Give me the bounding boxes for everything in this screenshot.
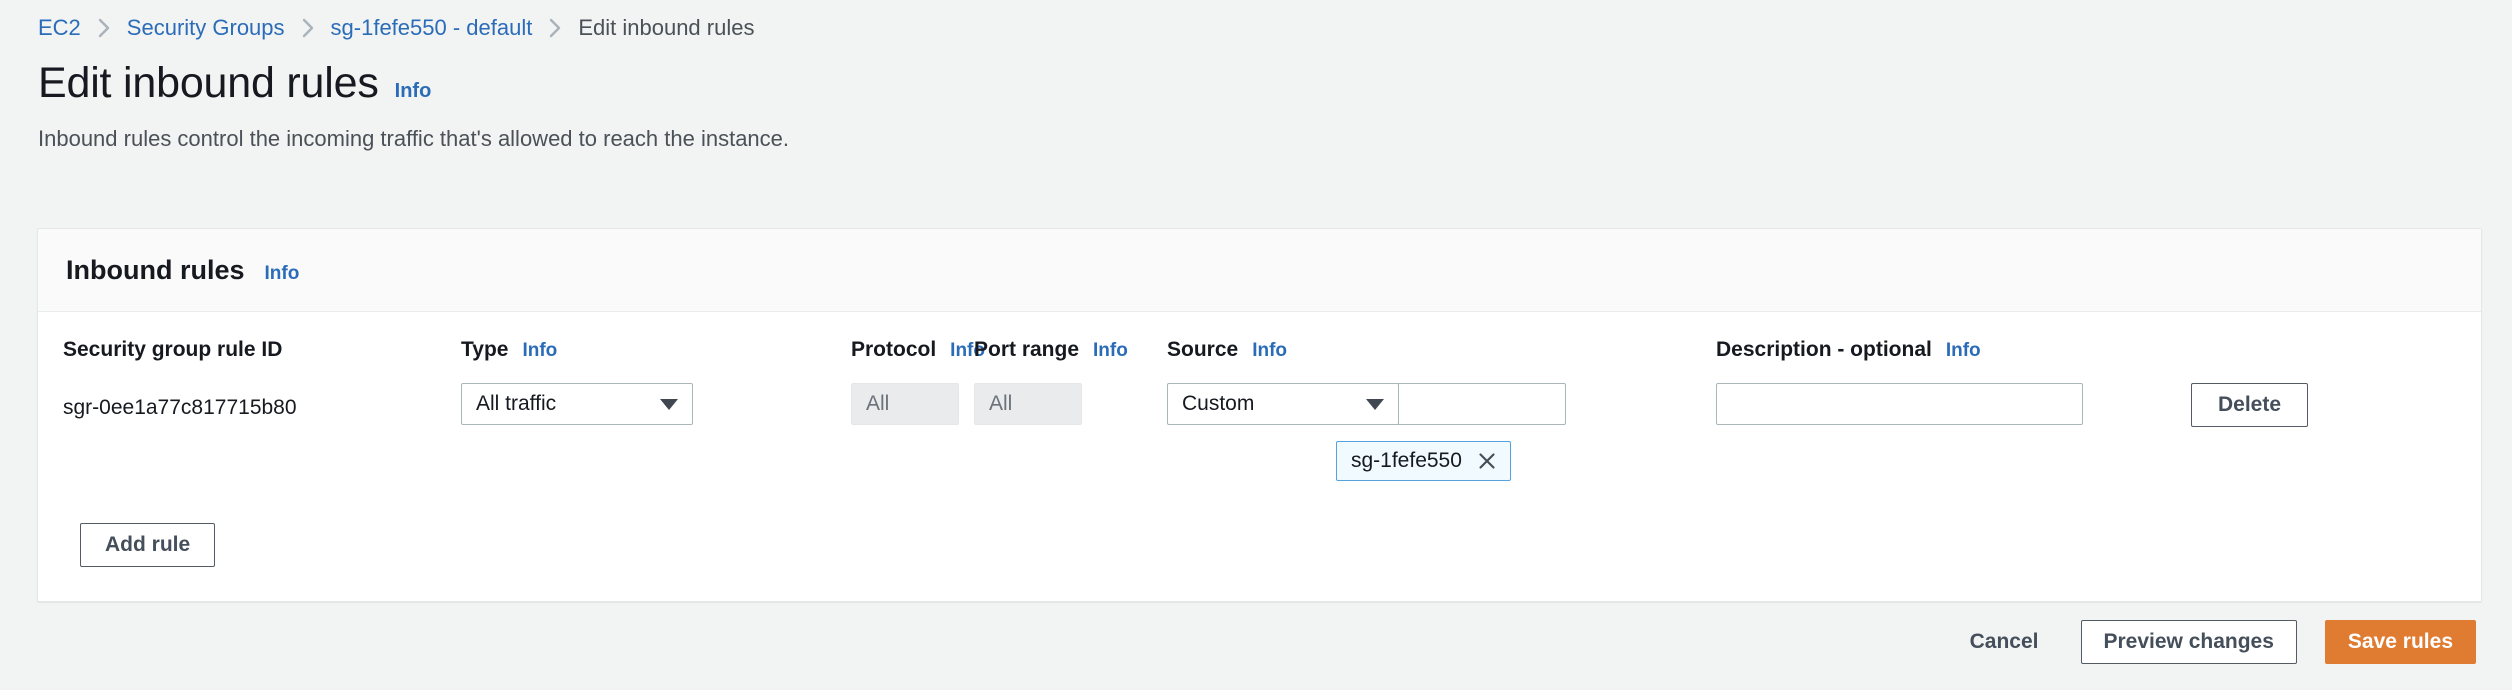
inbound-rules-card: Inbound rules Info Security group rule I…: [37, 228, 2482, 602]
column-header-source-label: Source: [1167, 338, 1239, 361]
rule-id-value: sgr-0ee1a77c817715b80: [63, 396, 297, 419]
description-input[interactable]: [1716, 383, 2083, 425]
description-cell: [1716, 379, 2191, 481]
breadcrumb: EC2 Security Groups sg-1fefe550 - defaul…: [0, 0, 2512, 39]
column-header-description: Description - optional Info: [1716, 338, 2191, 379]
port-range-input: All: [974, 383, 1082, 425]
source-token-list: sg-1fefe550: [1336, 425, 1716, 481]
column-header-type: Type Info: [461, 338, 851, 379]
column-header-description-info-link[interactable]: Info: [1946, 339, 1981, 363]
column-header-rule-id: Security group rule ID: [63, 338, 461, 379]
page-root: EC2 Security Groups sg-1fefe550 - defaul…: [0, 0, 2512, 690]
column-header-rule-id-label: Security group rule ID: [63, 338, 283, 361]
inbound-rules-title: Inbound rules: [66, 255, 245, 285]
close-icon[interactable]: [1476, 450, 1498, 472]
source-search-input[interactable]: [1381, 392, 1553, 416]
footer-actions: Cancel Preview changes Save rules: [1956, 620, 2476, 664]
column-header-actions: [2191, 338, 2481, 379]
column-header-protocol: Protocol Info: [851, 338, 985, 379]
rules-table: Security group rule ID Type Info Protoco…: [38, 312, 2481, 481]
row-actions-cell: Delete: [2191, 379, 2481, 481]
add-rule-wrapper: Add rule: [38, 481, 2481, 601]
chevron-right-icon: [81, 17, 127, 39]
chevron-right-icon: [532, 17, 578, 39]
column-header-protocol-label: Protocol: [851, 338, 937, 361]
breadcrumb-item-security-group[interactable]: sg-1fefe550 - default: [331, 17, 533, 39]
type-select-value: All traffic: [476, 392, 557, 415]
page-description: Inbound rules control the incoming traff…: [38, 126, 790, 151]
column-header-port-range: Port range Info: [974, 338, 1167, 379]
type-select[interactable]: All traffic: [461, 383, 693, 425]
breadcrumb-item-current: Edit inbound rules: [578, 15, 755, 40]
breadcrumb-item-ec2[interactable]: EC2: [38, 17, 81, 39]
page-title: Edit inbound rules: [38, 59, 379, 107]
page-title-info-link[interactable]: Info: [395, 80, 432, 103]
column-header-type-info-link[interactable]: Info: [522, 339, 557, 363]
preview-changes-button[interactable]: Preview changes: [2080, 620, 2297, 664]
source-token-label: sg-1fefe550: [1351, 449, 1462, 472]
breadcrumb-item-security-groups[interactable]: Security Groups: [127, 17, 285, 39]
port-range-input-placeholder: All: [989, 392, 1013, 415]
delete-rule-button[interactable]: Delete: [2191, 383, 2309, 427]
inbound-rules-card-body: Security group rule ID Type Info Protoco…: [38, 312, 2481, 601]
protocol-input: All: [851, 383, 959, 425]
port-range-cell: All: [974, 379, 1167, 481]
protocol-cell: All: [851, 379, 974, 481]
chevron-right-icon: [285, 17, 331, 39]
caret-down-icon: [660, 398, 678, 410]
source-token: sg-1fefe550: [1336, 441, 1511, 481]
inbound-rules-card-header: Inbound rules Info: [38, 229, 2481, 312]
column-header-source-search-spacer: [1336, 338, 1716, 379]
cancel-button[interactable]: Cancel: [1956, 620, 2053, 664]
type-cell: All traffic: [461, 379, 851, 481]
caret-down-icon: [1366, 398, 1384, 410]
source-type-select-value: Custom: [1182, 392, 1255, 415]
column-header-port-range-label: Port range: [974, 338, 1080, 361]
table-row: sgr-0ee1a77c817715b80: [63, 379, 461, 481]
column-header-description-label: Description - optional: [1716, 338, 1932, 361]
column-header-source: Source Info: [1167, 338, 1336, 379]
protocol-input-placeholder: All: [866, 392, 890, 415]
column-header-source-info-link[interactable]: Info: [1252, 339, 1287, 363]
column-header-port-range-info-link[interactable]: Info: [1093, 339, 1128, 363]
source-type-cell: Custom: [1167, 379, 1399, 481]
column-header-type-label: Type: [461, 338, 509, 361]
add-rule-button[interactable]: Add rule: [80, 523, 216, 567]
source-type-select[interactable]: Custom: [1167, 383, 1399, 425]
inbound-rules-info-link[interactable]: Info: [265, 263, 300, 285]
save-rules-button[interactable]: Save rules: [2324, 620, 2476, 664]
